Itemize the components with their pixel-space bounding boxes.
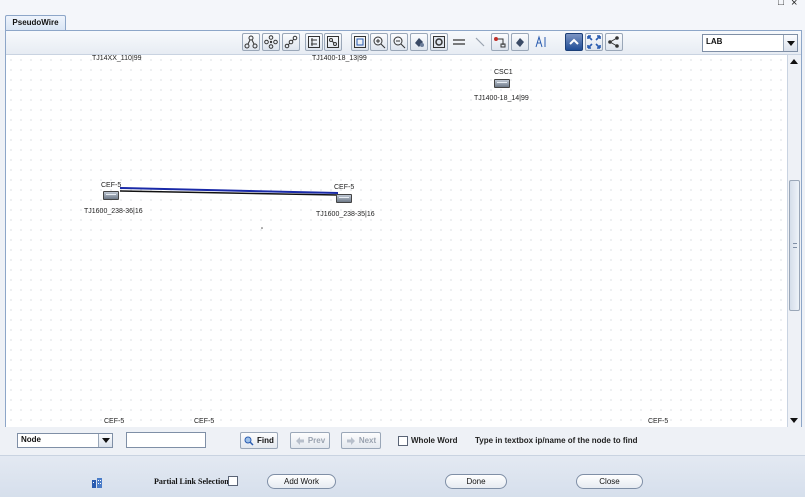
text-tool-icon[interactable] [532, 33, 550, 51]
search-icon [244, 436, 254, 446]
building-icon[interactable] [91, 477, 103, 489]
pan-icon[interactable] [410, 33, 428, 51]
maximize-icon[interactable]: □ [778, 0, 784, 9]
arrow-left-icon [295, 436, 304, 445]
find-type-value: Node [21, 435, 41, 444]
node-label: TJ1600_238-36|16 [84, 208, 143, 215]
topology-canvas[interactable]: TJ14XX_110|99 TJ1400-18_13|99 CSC1 TJ140… [6, 55, 787, 427]
whole-word-checkbox[interactable] [398, 436, 408, 446]
node-label-bottom-3: CEF-5 [648, 418, 669, 425]
partial-link-label: Partial Link Selection [154, 477, 229, 486]
tab-bar: PseudoWire [0, 10, 805, 31]
close-button[interactable]: Close [576, 474, 643, 489]
link-layer [119, 187, 339, 229]
layout-circle-icon[interactable] [262, 33, 280, 51]
layout-organic-icon[interactable] [324, 33, 342, 51]
node-name: CSC1 [494, 69, 513, 76]
find-bar: Node Find Prev Next Whole Word Type in t… [0, 427, 805, 455]
chevron-down-icon[interactable] [98, 434, 112, 447]
scroll-down-icon[interactable] [790, 418, 798, 423]
node-name: CEF-5 [101, 182, 122, 189]
node-label-bottom-1: CEF-5 [104, 418, 125, 425]
next-label: Next [358, 436, 377, 445]
zoom-in-icon[interactable] [370, 33, 388, 51]
node-tool-icon[interactable] [491, 33, 509, 51]
grip-icon [793, 243, 797, 248]
collapse-icon[interactable] [565, 33, 583, 51]
find-label: Find [257, 436, 274, 445]
scrollbar-thumb[interactable] [789, 180, 800, 311]
router-icon[interactable] [336, 194, 352, 203]
tab-pseudowire[interactable]: PseudoWire [5, 15, 66, 31]
node-label-top-left: TJ14XX_110|99 [92, 55, 142, 62]
router-icon[interactable] [103, 191, 119, 200]
find-type-select[interactable]: Node [17, 433, 113, 448]
view-select-value: LAB [706, 37, 723, 46]
window-title-bar: □ × [0, 0, 805, 10]
layout-grid-icon[interactable] [305, 33, 323, 51]
close-icon[interactable]: × [791, 0, 797, 9]
node-label: TJ1400-18_14|99 [474, 95, 529, 102]
link-tool-icon[interactable] [471, 33, 489, 51]
find-hint: Type in textbox ip/name of the node to f… [475, 436, 638, 445]
straight-link-icon[interactable] [450, 33, 468, 51]
whole-word-label: Whole Word [411, 436, 458, 445]
router-icon[interactable] [494, 79, 510, 88]
node-label-bottom-2: CEF-5 [194, 418, 215, 425]
node-label-top-mid: TJ1400-18_13|99 [312, 55, 367, 62]
scroll-up-icon[interactable] [790, 59, 798, 64]
chevron-down-icon[interactable] [783, 35, 797, 51]
done-button[interactable]: Done [445, 474, 507, 489]
find-button[interactable]: Find [240, 432, 278, 449]
canvas-dot [261, 227, 263, 229]
partial-link-checkbox[interactable] [228, 476, 238, 486]
expand-icon[interactable] [585, 33, 603, 51]
find-search-input[interactable] [126, 432, 206, 448]
select-tool-icon[interactable] [511, 33, 529, 51]
prev-button[interactable]: Prev [290, 432, 330, 449]
layout-hierarchy-icon[interactable] [282, 33, 300, 51]
next-button[interactable]: Next [341, 432, 381, 449]
prev-label: Prev [307, 436, 326, 445]
zoom-out-icon[interactable] [390, 33, 408, 51]
share-icon[interactable] [605, 33, 623, 51]
arrow-right-icon [346, 436, 355, 445]
node-label: TJ1600_238-35|16 [316, 211, 375, 218]
zoom-box-icon[interactable] [430, 33, 448, 51]
topology-toolbar: LAB [6, 31, 801, 55]
fit-view-icon[interactable] [351, 33, 369, 51]
layout-tree-icon[interactable] [242, 33, 260, 51]
node-name: CEF-5 [334, 184, 355, 191]
add-work-button[interactable]: Add Work [267, 474, 336, 489]
bottom-action-bar: Partial Link Selection Add Work Done Clo… [0, 455, 805, 497]
vertical-scrollbar[interactable] [787, 55, 801, 427]
topology-panel: LAB TJ14XX_110|99 TJ1400-18_13|99 CSC1 T… [5, 30, 802, 427]
view-select[interactable]: LAB [702, 34, 798, 52]
